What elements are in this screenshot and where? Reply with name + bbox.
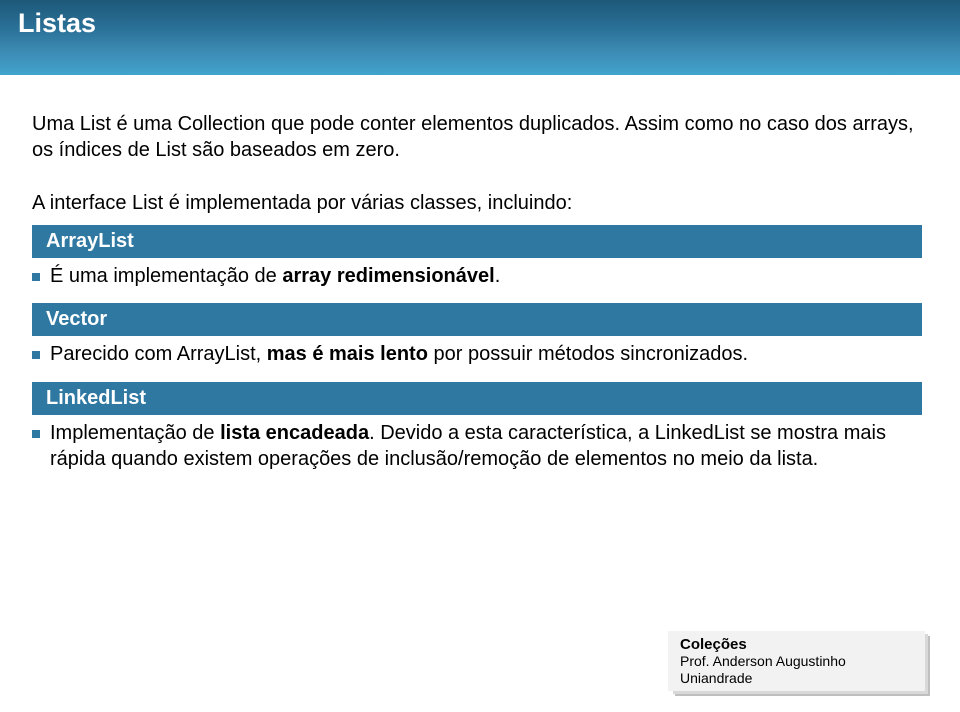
bullet-text-linkedlist: Implementação de lista encadeada. Devido… (50, 421, 922, 472)
text-bold: array redimensionável (282, 265, 494, 287)
text-after: por possuir métodos sincronizados. (428, 343, 748, 365)
text-after: . (495, 265, 501, 287)
section-label-linkedlist: LinkedList (32, 382, 922, 415)
bullet-marker-icon (32, 273, 40, 281)
bullet-text-vector: Parecido com ArrayList, mas é mais lento… (50, 342, 748, 368)
bullet-arraylist: É uma implementação de array redimension… (32, 264, 922, 290)
text-bold: mas é mais lento (267, 343, 428, 365)
section-label-vector: Vector (32, 303, 922, 336)
footer-box: Coleções Prof. Anderson Augustinho Unian… (673, 634, 928, 694)
bullet-marker-icon (32, 351, 40, 359)
body-content: Uma List é uma Collection que pode conte… (32, 112, 922, 486)
intro-paragraph-1: Uma List é uma Collection que pode conte… (32, 112, 922, 163)
text-before: É uma implementação de (50, 265, 282, 287)
footer-author: Prof. Anderson Augustinho (680, 653, 913, 670)
bullet-text-arraylist: É uma implementação de array redimension… (50, 264, 500, 290)
footer-title: Coleções (680, 636, 913, 653)
intro-paragraph-2: A interface List é implementada por vári… (32, 191, 922, 217)
bullet-vector: Parecido com ArrayList, mas é mais lento… (32, 342, 922, 368)
text-before: Parecido com ArrayList, (50, 343, 267, 365)
footer-school: Uniandrade (680, 670, 913, 687)
bullet-marker-icon (32, 430, 40, 438)
text-bold: lista encadeada (220, 422, 369, 444)
bullet-linkedlist: Implementação de lista encadeada. Devido… (32, 421, 922, 472)
footer-inner: Coleções Prof. Anderson Augustinho Unian… (668, 631, 925, 691)
header-band (0, 0, 960, 75)
section-label-arraylist: ArrayList (32, 225, 922, 258)
text-before: Implementação de (50, 422, 220, 444)
page-title: Listas (18, 8, 96, 39)
